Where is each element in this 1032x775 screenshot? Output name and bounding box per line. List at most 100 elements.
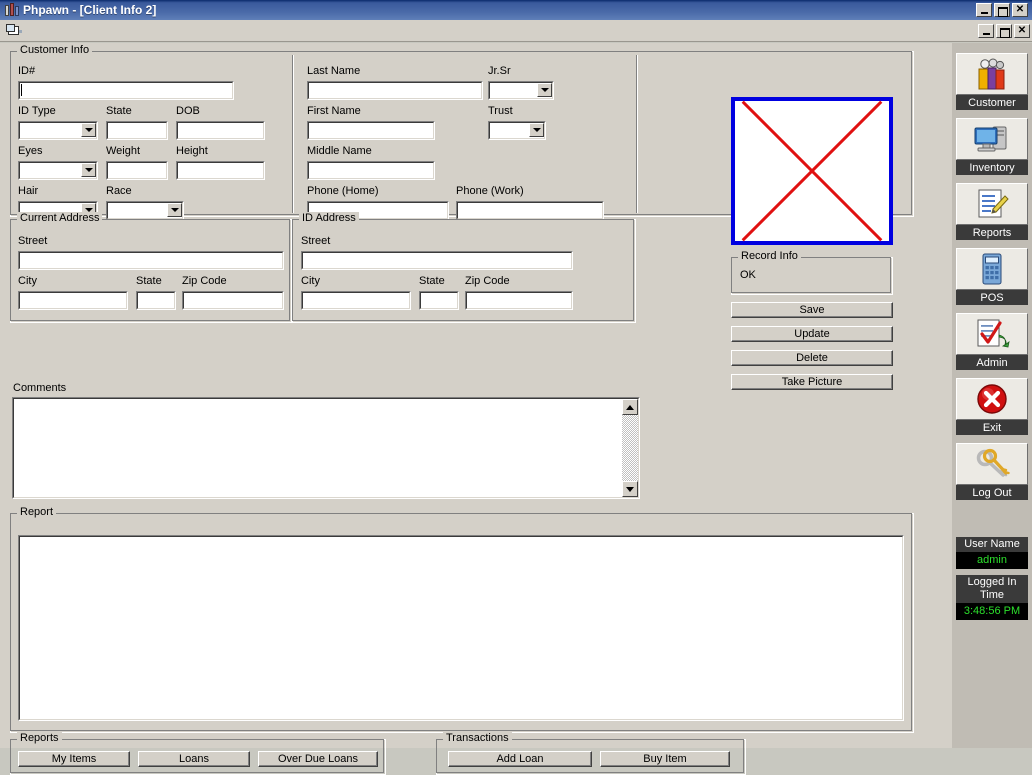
comments-scrollbar[interactable] — [622, 399, 638, 497]
chevron-down-icon[interactable] — [81, 123, 96, 137]
update-button[interactable]: Update — [731, 326, 893, 342]
client-info-form: Customer Info ID# ID Type State DOB Eyes… — [4, 44, 948, 775]
add-loan-button[interactable]: Add Loan — [448, 751, 592, 767]
jr-sr-label: Jr.Sr — [488, 65, 511, 77]
buy-item-button[interactable]: Buy Item — [600, 751, 730, 767]
id-city-input[interactable] — [301, 291, 411, 310]
phone-work-input[interactable] — [456, 201, 604, 220]
id-number-input[interactable] — [18, 81, 234, 100]
child-minimize-button[interactable] — [978, 23, 994, 38]
take-picture-button[interactable]: Take Picture — [731, 374, 893, 390]
my-items-button[interactable]: My Items — [18, 751, 130, 767]
child-restore-button[interactable] — [996, 23, 1012, 38]
report-group: Report — [10, 506, 914, 733]
sidebar-item-inventory[interactable]: Inventory — [956, 118, 1028, 175]
current-address-group: Current Address Street City State Zip Co… — [10, 212, 292, 323]
id-state-addr-label: State — [419, 275, 445, 287]
logged-in-time-panel: Logged In Time 3:48:56 PM — [956, 575, 1028, 620]
current-street-input[interactable] — [18, 251, 284, 270]
mdi-client-area: Customer Info ID# ID Type State DOB Eyes… — [0, 43, 952, 775]
record-info-legend: Record Info — [738, 250, 801, 262]
chevron-down-icon[interactable] — [167, 203, 182, 217]
checklist-icon — [956, 313, 1028, 355]
race-combo[interactable] — [106, 201, 184, 220]
keys-icon — [956, 443, 1028, 485]
minimize-button[interactable] — [976, 3, 992, 17]
sidebar-label-logout: Log Out — [956, 485, 1028, 500]
app-icon — [4, 3, 20, 17]
current-street-label: Street — [18, 235, 48, 247]
maximize-button[interactable] — [994, 3, 1010, 17]
weight-input[interactable] — [106, 161, 168, 180]
sidebar-item-admin[interactable]: Admin — [956, 313, 1028, 370]
record-info-status: OK — [740, 269, 756, 281]
customer-people-icon — [956, 53, 1028, 95]
navigation-sidebar: Customer Inventory Reports POS Admin Exi… — [952, 43, 1032, 748]
window-controls-child: ✕ — [978, 23, 1032, 38]
window-title-bar[interactable]: Phpawn - [Client Info 2] ✕ — [0, 0, 1032, 20]
dob-label: DOB — [176, 105, 200, 117]
id-type-combo[interactable] — [18, 121, 98, 140]
sidebar-item-reports[interactable]: Reports — [956, 183, 1028, 240]
chevron-down-icon[interactable] — [537, 83, 552, 97]
eyes-label: Eyes — [18, 145, 43, 157]
id-state-addr-input[interactable] — [419, 291, 459, 310]
phone-home-label: Phone (Home) — [307, 185, 379, 197]
first-name-label: First Name — [307, 105, 361, 117]
current-zip-label: Zip Code — [182, 275, 227, 287]
id-state-input[interactable] — [106, 121, 168, 140]
id-zip-label: Zip Code — [465, 275, 510, 287]
eyes-combo[interactable] — [18, 161, 98, 180]
open-folder-icon[interactable] — [6, 23, 24, 39]
transactions-group-legend: Transactions — [443, 732, 512, 744]
current-state-label: State — [136, 275, 162, 287]
id-type-label: ID Type — [18, 105, 56, 117]
loans-button[interactable]: Loans — [138, 751, 250, 767]
save-button[interactable]: Save — [731, 302, 893, 318]
report-legend: Report — [17, 506, 57, 518]
calculator-icon — [956, 248, 1028, 290]
id-zip-input[interactable] — [465, 291, 573, 310]
current-zip-input[interactable] — [182, 291, 284, 310]
report-textarea[interactable] — [18, 535, 904, 721]
chevron-down-icon[interactable] — [81, 163, 96, 177]
user-name-panel: User Name admin — [956, 537, 1028, 569]
race-label: Race — [106, 185, 132, 197]
id-state-label: State — [106, 105, 132, 117]
delete-button[interactable]: Delete — [731, 350, 893, 366]
height-input[interactable] — [176, 161, 265, 180]
sidebar-item-logout[interactable]: Log Out — [956, 443, 1028, 500]
sidebar-label-customer: Customer — [956, 95, 1028, 110]
first-name-input[interactable] — [307, 121, 435, 140]
scroll-down-icon[interactable] — [622, 481, 638, 497]
comments-textarea[interactable] — [12, 397, 640, 499]
customer-photo-placeholder[interactable] — [731, 97, 893, 245]
sidebar-item-pos[interactable]: POS — [956, 248, 1028, 305]
red-x-circle-icon — [956, 378, 1028, 420]
transactions-buttons-group: Transactions Add Loan Buy Item — [436, 732, 746, 775]
id-street-input[interactable] — [301, 251, 573, 270]
jr-sr-combo[interactable] — [488, 81, 554, 100]
logged-in-time-value: 3:48:56 PM — [956, 603, 1028, 620]
computer-icon — [956, 118, 1028, 160]
current-city-input[interactable] — [18, 291, 128, 310]
child-close-button[interactable]: ✕ — [1014, 23, 1030, 38]
current-state-input[interactable] — [136, 291, 176, 310]
sidebar-item-exit[interactable]: Exit — [956, 378, 1028, 435]
window-controls-outer: ✕ — [976, 3, 1030, 17]
sidebar-label-reports: Reports — [956, 225, 1028, 240]
id-city-label: City — [301, 275, 320, 287]
mdi-toolbar: ✕ — [0, 20, 1032, 42]
last-name-input[interactable] — [307, 81, 483, 100]
phone-work-label: Phone (Work) — [456, 185, 524, 197]
dob-input[interactable] — [176, 121, 265, 140]
sidebar-item-customer[interactable]: Customer — [956, 53, 1028, 110]
id-address-group: ID Address Street City State Zip Code — [292, 212, 636, 323]
scroll-up-icon[interactable] — [622, 399, 638, 415]
chevron-down-icon[interactable] — [529, 123, 544, 137]
middle-name-input[interactable] — [307, 161, 435, 180]
over-due-loans-button[interactable]: Over Due Loans — [258, 751, 378, 767]
close-button[interactable]: ✕ — [1012, 3, 1028, 17]
trust-combo[interactable] — [488, 121, 546, 140]
trust-label: Trust — [488, 105, 513, 117]
